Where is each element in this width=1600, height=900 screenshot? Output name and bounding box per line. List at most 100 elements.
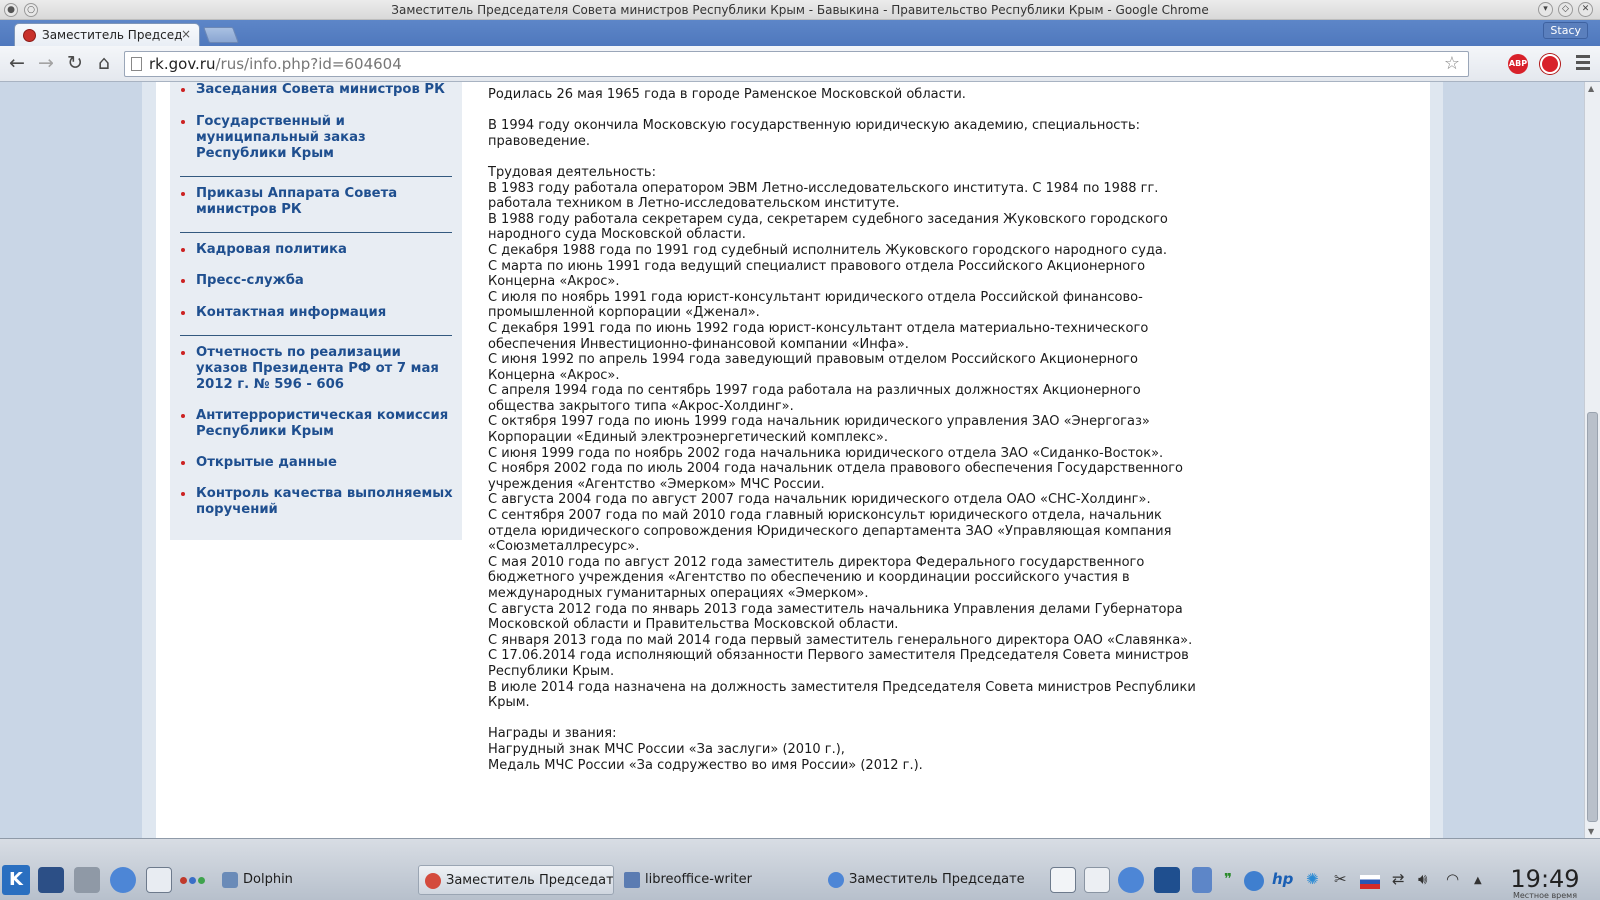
scroll-up-icon[interactable]: ▲ [1588, 84, 1594, 93]
keyboard-layout-icon[interactable] [1360, 875, 1380, 889]
sidebar-item-decree-reports[interactable]: Отчетность по реализации указов Президен… [181, 345, 456, 393]
scrollbar-thumb[interactable] [1587, 412, 1598, 822]
bio-career-entry: С января 2013 года по май 2014 года перв… [488, 632, 1193, 648]
messenger-icon[interactable]: ❞ [1224, 870, 1232, 888]
reload-button[interactable]: ↻ [63, 52, 87, 76]
bio-career-heading: Трудовая деятельность: [488, 164, 656, 180]
bio-career-entry: С июня 1992 по апрель 1994 года заведующ… [488, 352, 1138, 383]
chrome-icon [828, 872, 844, 888]
task-libreoffice-writer[interactable]: libreoffice-writer [624, 865, 814, 895]
clock[interactable]: 19:49 [1500, 865, 1590, 893]
task-label: Dolphin [243, 872, 293, 887]
chrome-menu-icon[interactable] [1576, 55, 1590, 71]
tab-strip: Заместитель Председат × Stacy [0, 20, 1600, 46]
bio-career-entry: С августа 2012 года по январь 2013 года … [488, 601, 1183, 633]
keyboard-icon[interactable] [1084, 867, 1110, 893]
task-chrome-active[interactable]: Заместитель Председателя С [418, 865, 614, 895]
bio-award-entry: Нагрудный знак МЧС России «За заслуги» (… [488, 741, 845, 757]
sidebar-divider [180, 335, 452, 336]
browser-toolbar: ← → ↻ ⌂ rk.gov.ru/rus/info.php?id=604604… [0, 46, 1600, 82]
bio-career-entry: С марта по июнь 1991 года ведущий специа… [488, 258, 1146, 290]
window-titlebar: ● ○ Заместитель Председателя Совета мини… [0, 0, 1600, 20]
task-chrome-second[interactable]: Заместитель Председателя С [828, 865, 1024, 895]
biography-text: Родилась 26 мая 1965 года в городе Рамен… [488, 87, 1208, 773]
sidebar-item-open-data[interactable]: Открытые данные [181, 455, 456, 471]
bio-career-entry: С августа 2004 года по август 2007 года … [488, 492, 1151, 508]
terminal-icon[interactable] [38, 867, 64, 893]
sidebar-item-council-meetings[interactable]: Заседания Совета министров РК [181, 82, 456, 98]
bio-career-entry: С декабря 1988 года по 1991 год судебный… [488, 242, 1168, 258]
task-label: Заместитель Председателя С [446, 873, 614, 888]
url-text[interactable]: rk.gov.ru/rus/info.php?id=604604 [149, 55, 402, 73]
writer-icon [624, 872, 640, 888]
bio-career-entry: С ноября 2002 года по июль 2004 года нач… [488, 461, 1183, 492]
volume-icon[interactable]: 🔊︎ [1418, 870, 1427, 888]
forward-button[interactable]: → [34, 52, 58, 76]
scroll-down-icon[interactable]: ▼ [1588, 827, 1594, 836]
bio-education: В 1994 году окончила Московскую государс… [488, 118, 1141, 149]
tab-close-icon[interactable]: × [181, 27, 191, 41]
new-tab-button[interactable] [203, 27, 239, 43]
bio-awards-heading: Награды и звания: [488, 726, 617, 742]
sidebar-menu: Заседания Совета министров РК Государств… [170, 82, 462, 540]
activities-icon[interactable] [180, 867, 210, 893]
profile-badge[interactable]: Stacy [1543, 22, 1588, 39]
home-button[interactable]: ⌂ [92, 52, 116, 76]
vertical-scrollbar[interactable]: ▲ ▼ [1584, 82, 1600, 838]
kde-taskbar: K Dolphin Заместитель Председателя С lib… [0, 838, 1600, 900]
sidebar-item-orders[interactable]: Приказы Аппарата Совета министров РК [181, 186, 456, 218]
close-window-button[interactable]: ✕ [1578, 2, 1593, 17]
dolphin-icon [222, 872, 238, 888]
maximize-button[interactable]: ◇ [1558, 2, 1573, 17]
adblock-plus-icon[interactable]: ABP [1508, 54, 1528, 74]
sidebar-item-antiterror[interactable]: Антитеррористическая комиссия Республики… [181, 408, 456, 440]
task-label: Заместитель Председателя С [849, 872, 1024, 887]
network-icon[interactable]: ⇄ [1392, 870, 1405, 888]
sidebar-item-personnel[interactable]: Кадровая политика [181, 242, 456, 258]
chrome-launcher-icon[interactable] [110, 867, 136, 893]
bio-career-entry: С сентября 2007 года по май 2010 года гл… [488, 508, 1172, 555]
bio-career-entry: С апреля 1994 года по сентябрь 1997 года… [488, 383, 1141, 414]
task-dolphin[interactable]: Dolphin [222, 865, 412, 895]
back-button[interactable]: ← [5, 52, 29, 76]
chrome-tray-icon[interactable] [1118, 867, 1144, 893]
adblock-stop-icon[interactable] [1540, 54, 1560, 74]
document-icon[interactable] [1050, 867, 1076, 893]
clock-subtitle: Местное время [1512, 891, 1578, 900]
bio-award-entry: Медаль МЧС России «За содружество во имя… [488, 757, 923, 773]
scissors-icon[interactable]: ✂ [1334, 870, 1347, 888]
tab-label: Заместитель Председат [42, 28, 182, 42]
tab-active[interactable]: Заместитель Председат × [14, 23, 200, 46]
skype-icon[interactable] [1244, 871, 1264, 891]
weather-icon[interactable]: ✺ [1306, 870, 1319, 888]
bio-career-entry: В 1983 году работала оператором ЭВМ Летн… [488, 180, 1159, 212]
file-manager-icon[interactable] [74, 867, 100, 893]
sidebar-item-contacts[interactable]: Контактная информация [181, 305, 456, 321]
bio-career-entry: С октября 1997 года по июнь 1999 года на… [488, 414, 1150, 446]
tray-expand-icon[interactable]: ▲ [1474, 875, 1482, 886]
wifi-icon[interactable]: ◠ [1446, 870, 1459, 888]
window-title: Заместитель Председателя Совета министро… [391, 3, 1209, 17]
hp-icon[interactable]: hp [1272, 870, 1293, 888]
bio-career-entry: В июле 2014 года назначена на должность … [488, 679, 1196, 711]
site-favicon-icon [23, 29, 36, 42]
url-path: /rus/info.php?id=604604 [215, 55, 402, 73]
minimize-button[interactable]: ▾ [1538, 2, 1553, 17]
network-manager-icon[interactable] [1192, 867, 1212, 893]
sidebar-divider [180, 232, 452, 233]
screen-icon[interactable] [1154, 867, 1180, 893]
sidebar-item-procurement[interactable]: Государственный и муниципальный заказ Ре… [181, 114, 456, 162]
bio-career-entry: С декабря 1991 года по июнь 1992 года юр… [488, 320, 1149, 352]
sidebar-item-press[interactable]: Пресс-служба [181, 273, 456, 289]
url-host: rk.gov.ru [149, 55, 216, 73]
sidebar-item-quality-control[interactable]: Контроль качества выполняемых поручений [181, 486, 456, 518]
bio-career-entry: В 1988 году работала секретарем суда, се… [488, 211, 1168, 243]
bio-career-entry: С мая 2010 года по август 2012 года заме… [488, 554, 1145, 601]
calculator-icon[interactable] [146, 867, 172, 893]
sidebar-divider [180, 176, 452, 177]
bio-born: Родилась 26 мая 1965 года в городе Рамен… [488, 87, 966, 102]
page-icon [131, 57, 142, 71]
bookmark-star-icon[interactable]: ☆ [1444, 53, 1460, 74]
kde-start-button[interactable]: K [2, 865, 30, 895]
address-bar[interactable]: rk.gov.ru/rus/info.php?id=604604 ☆ [124, 51, 1469, 77]
